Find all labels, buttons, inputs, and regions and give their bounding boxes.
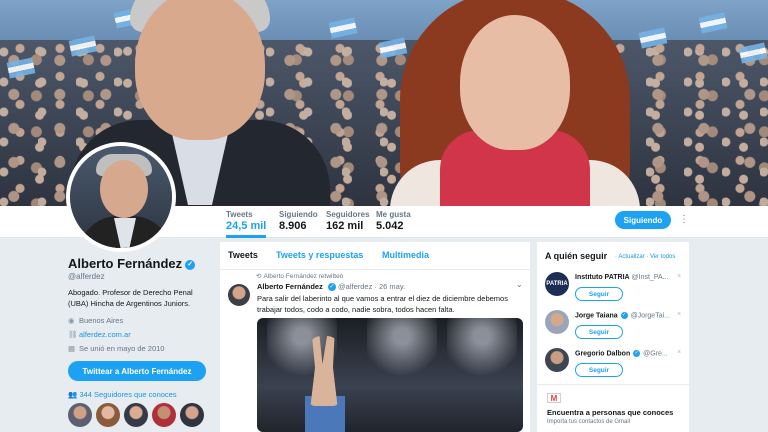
tweet-to-button[interactable]: Twittear a Alberto Fernández	[68, 361, 206, 381]
follow-button[interactable]: Seguir	[575, 363, 623, 377]
suggestion-name-text[interactable]: Instituto PATRIA	[575, 274, 630, 281]
find-contacts-panel[interactable]: M Encuentra a personas que conoces Impor…	[537, 384, 689, 432]
flag-decoration	[698, 12, 728, 34]
follow-button[interactable]: Seguir	[575, 325, 623, 339]
who-to-follow-panel: A quién seguir · Actualizar · Ver todos …	[537, 242, 689, 384]
stat-label: Me gusta	[376, 210, 411, 219]
suggestion-avatar[interactable]	[545, 348, 569, 372]
tweet-author-name[interactable]: Alberto Fernández	[257, 282, 323, 291]
verified-icon: ✓	[327, 283, 336, 292]
follower-avatar[interactable]	[96, 403, 120, 427]
tweet-header: Alberto Fernández ✓ @alferdez · 26 may.	[257, 282, 405, 292]
link-icon: ⛓	[68, 330, 78, 339]
tweet-media-image[interactable]	[257, 318, 523, 432]
tab-tweets-replies[interactable]: Tweets y respuestas	[276, 250, 363, 260]
stat-followers[interactable]: Seguidores 162 mil	[326, 210, 370, 232]
tweet-author-handle[interactable]: @alferdez	[338, 282, 372, 291]
stat-label: Seguidores	[326, 210, 370, 219]
flag-decoration	[328, 17, 358, 39]
retweet-context: ⟲ Alberto Fernández retwitteó	[256, 272, 343, 280]
profile-avatar[interactable]	[66, 142, 176, 252]
profile-website[interactable]: ⛓alferdez.com.ar	[68, 330, 131, 339]
suggestion-item: PATRIA Instituto PATRIA @Inst_PA... × Se…	[545, 272, 685, 310]
suggestion-name[interactable]: Gregorio Dalbon ✓ @Gre...	[575, 350, 679, 357]
find-contacts-title[interactable]: Encuentra a personas que conoces	[547, 408, 673, 417]
follower-avatar[interactable]	[152, 403, 176, 427]
more-options-icon[interactable]: ⋮	[679, 211, 689, 229]
tweet-date[interactable]: · 26 may.	[374, 282, 405, 291]
profile-location: ◉ Buenos Aires	[68, 316, 123, 325]
follower-avatar[interactable]	[180, 403, 204, 427]
patria-logo-icon[interactable]: PATRIA	[545, 272, 569, 296]
stat-value: 24,5 mil	[226, 220, 267, 232]
suggestion-item: Jorge Taiana ✓ @JorgeTai... × Seguir	[545, 310, 685, 348]
profile-handle[interactable]: @alferdez	[68, 272, 105, 281]
tab-tweets[interactable]: Tweets	[228, 250, 258, 260]
gmail-icon: M	[547, 393, 561, 403]
suggestion-handle: @Gre...	[643, 350, 668, 358]
suggestion-name-text[interactable]: Gregorio Dalbon	[575, 350, 630, 357]
tweet-text: Para salir del laberinto al que vamos a …	[257, 294, 508, 314]
suggestion-avatar[interactable]	[545, 310, 569, 334]
stat-value: 162 mil	[326, 220, 364, 232]
followers-you-know-link[interactable]: 👥 344 Seguidores que conoces	[68, 390, 177, 399]
verified-icon: ✓	[633, 350, 641, 357]
location-text: Buenos Aires	[79, 316, 124, 325]
profile-name: Alberto Fernández ✓	[68, 256, 196, 271]
stat-value: 8.906	[279, 220, 307, 232]
location-pin-icon: ◉	[68, 316, 75, 325]
people-icon: 👥	[68, 390, 80, 399]
suggestion-name-text[interactable]: Jorge Taiana	[575, 312, 618, 319]
profile-bio: Abogado. Profesor de Derecho Penal (UBA)…	[68, 288, 193, 308]
retweeted-by-text[interactable]: Alberto Fernández retwitteó	[263, 273, 343, 280]
followers-you-know-avatars	[68, 403, 218, 431]
suggestion-handle: @Inst_PA...	[631, 274, 669, 281]
chevron-down-icon[interactable]: ⌄	[516, 280, 523, 289]
stat-following[interactable]: Siguiendo 8.906	[279, 210, 318, 232]
suggestion-name[interactable]: Instituto PATRIA @Inst_PA...	[575, 274, 679, 281]
calendar-icon: ▦	[68, 344, 76, 353]
dismiss-icon[interactable]: ×	[677, 349, 681, 356]
dismiss-icon[interactable]: ×	[677, 273, 681, 280]
retweet-icon: ⟲	[256, 273, 262, 280]
profile-joined: ▦ Se unió en mayo de 2010	[68, 344, 164, 353]
find-contacts-subtitle: Importa tus contactos de Gmail	[547, 419, 631, 425]
banner-woman-figure	[390, 0, 640, 206]
verified-icon: ✓	[620, 312, 628, 319]
followers-known-text[interactable]: 344 Seguidores que conoces	[79, 390, 176, 399]
suggestion-handle: @JorgeTai...	[630, 312, 670, 320]
follower-avatar[interactable]	[68, 403, 92, 427]
tab-media[interactable]: Multimedia	[382, 250, 429, 260]
timeline: Tweets Tweets y respuestas Multimedia ⟲ A…	[220, 242, 530, 432]
follow-button[interactable]: Seguir	[575, 287, 623, 301]
website-link[interactable]: alferdez.com.ar	[79, 330, 131, 339]
stat-value: 5.042	[376, 220, 404, 232]
dismiss-icon[interactable]: ×	[677, 311, 681, 318]
stat-likes[interactable]: Me gusta 5.042	[376, 210, 411, 232]
stat-tweets[interactable]: Tweets 24,5 mil	[226, 210, 267, 238]
suggestion-name[interactable]: Jorge Taiana ✓ @JorgeTai...	[575, 312, 679, 319]
stat-label: Siguiendo	[279, 210, 318, 219]
who-to-follow-links[interactable]: · Actualizar · Ver todos	[615, 254, 675, 260]
verified-icon: ✓	[185, 259, 196, 270]
follower-avatar[interactable]	[124, 403, 148, 427]
suggestion-item: Gregorio Dalbon ✓ @Gre... × Seguir	[545, 348, 685, 386]
who-to-follow-title: A quién seguir	[545, 251, 608, 261]
stat-label: Tweets	[226, 210, 253, 219]
following-button[interactable]: Siguiendo	[615, 211, 671, 229]
profile-name-text: Alberto Fernández	[68, 256, 183, 271]
tweet-author-avatar[interactable]	[228, 284, 250, 306]
joined-text: Se unió en mayo de 2010	[79, 344, 165, 353]
timeline-tabs: Tweets Tweets y respuestas Multimedia	[220, 242, 530, 270]
